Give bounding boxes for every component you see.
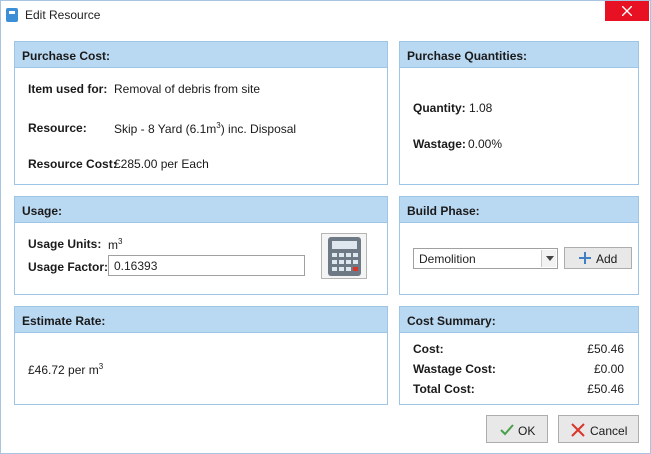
edit-resource-dialog: Edit Resource Purchase Cost: Item used f… [0, 0, 651, 454]
resource-cost-label: Resource Cost: [28, 157, 117, 171]
estimate-rate-value: £46.72 per m3 [28, 362, 103, 377]
item-used-for-value: Removal of debris from site [114, 82, 261, 96]
panel-header: Purchase Quantities: [400, 42, 638, 68]
panel-header: Estimate Rate: [15, 307, 387, 333]
calculator-button[interactable] [321, 233, 367, 279]
build-phase-panel: Build Phase: [399, 196, 639, 295]
add-phase-button[interactable]: Add [564, 247, 632, 269]
wastage-value: 0.00% [468, 137, 503, 151]
panel-header: Usage: [15, 197, 387, 223]
usage-units-label: Usage Units: [28, 237, 102, 251]
cost-value: £50.46 [587, 342, 624, 356]
panel-header: Build Phase: [400, 197, 638, 223]
total-cost-value: £50.46 [587, 382, 624, 396]
build-phase-selected: Demolition [419, 252, 476, 266]
wastage-cost-label: Wastage Cost: [413, 362, 496, 376]
usage-factor-label: Usage Factor: [28, 260, 109, 274]
quantity-value: 1.08 [469, 101, 493, 115]
resource-value-text: Skip - 8 Yard (6.1m [114, 122, 217, 136]
ok-button[interactable]: OK [486, 415, 548, 443]
panel-header: Purchase Cost: [15, 42, 387, 68]
usage-units-sup: 3 [118, 237, 123, 246]
cancel-label: Cancel [590, 424, 628, 438]
wastage-cost-value: £0.00 [593, 362, 624, 376]
check-icon [500, 424, 514, 436]
panel-header: Cost Summary: [400, 307, 638, 333]
chevron-down-icon [541, 250, 556, 267]
add-phase-label: Add [596, 252, 618, 266]
window-title: Edit Resource [25, 8, 101, 22]
cancel-x-icon [571, 423, 585, 437]
total-cost-label: Total Cost: [413, 382, 475, 396]
quantity-label: Quantity: [413, 101, 466, 115]
usage-units-text: m [108, 238, 118, 252]
resource-value-suffix: ) inc. Disposal [220, 122, 297, 136]
resource-label: Resource: [28, 121, 87, 135]
cost-label: Cost: [413, 342, 444, 356]
close-icon [622, 6, 632, 16]
plus-icon [579, 252, 591, 264]
cancel-button[interactable]: Cancel [558, 415, 639, 443]
estimate-rate-panel: Estimate Rate: [14, 306, 388, 405]
estimate-rate-text: £46.72 per m [28, 363, 99, 377]
calculator-icon [328, 237, 361, 276]
wastage-label: Wastage: [413, 137, 466, 151]
resource-value: Skip - 8 Yard (6.1m3) inc. Disposal [114, 121, 296, 136]
close-button[interactable] [605, 1, 649, 21]
build-phase-select[interactable]: Demolition [413, 248, 558, 269]
resource-cost-value: £285.00 per Each [114, 157, 209, 171]
title-bar: Edit Resource [1, 1, 650, 30]
usage-units-value: m3 [108, 237, 122, 252]
usage-factor-input[interactable] [108, 255, 305, 276]
app-icon [6, 8, 18, 22]
ok-label: OK [518, 424, 536, 438]
estimate-rate-sup: 3 [98, 362, 104, 371]
item-used-for-label: Item used for: [28, 82, 108, 96]
